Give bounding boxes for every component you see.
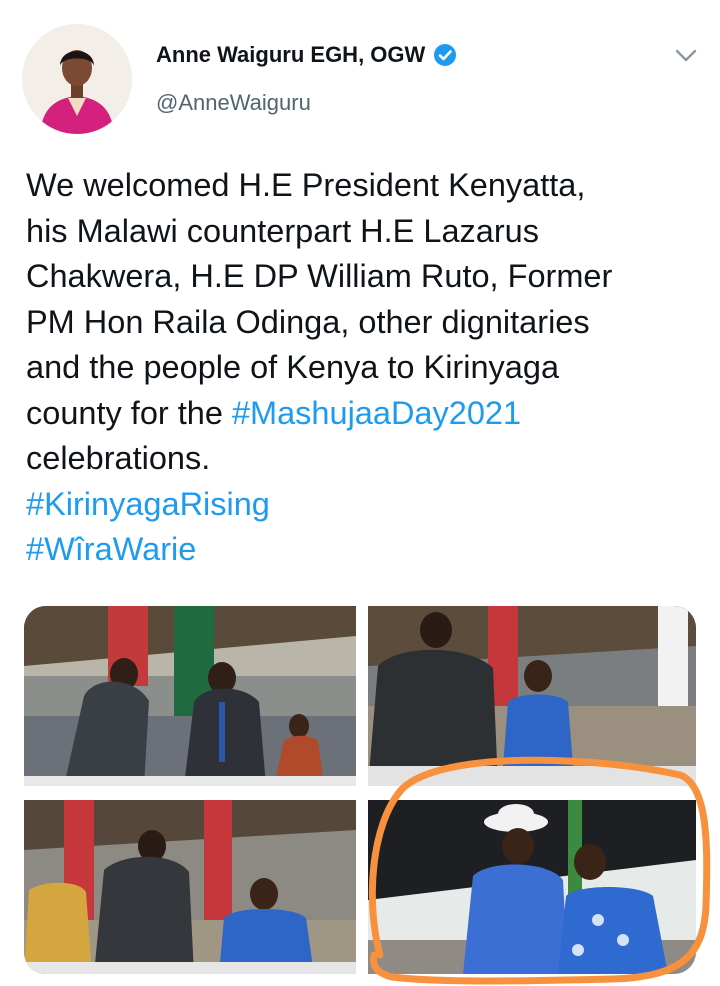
tweet-line: and the people of Kenya to Kirinyaga bbox=[26, 349, 560, 385]
tweet-line: celebrations. bbox=[26, 440, 211, 476]
chevron-down-icon[interactable] bbox=[670, 42, 702, 68]
tweet-text: We welcomed H.E President Kenyatta, his … bbox=[26, 163, 706, 573]
verified-badge-icon bbox=[434, 44, 457, 66]
photo-4[interactable] bbox=[368, 800, 696, 974]
photo-2[interactable] bbox=[368, 606, 696, 786]
photo-2-image bbox=[368, 606, 696, 786]
tweet-line: We welcomed H.E President Kenyatta, bbox=[26, 167, 586, 203]
photo-3-image bbox=[24, 800, 356, 974]
photo-4-image bbox=[368, 800, 696, 974]
photo-3[interactable] bbox=[24, 800, 356, 974]
hashtag-link-kirinyagarising[interactable]: #KirinyagaRising bbox=[26, 482, 706, 528]
tweet-line: Chakwera, H.E DP William Ruto, Former bbox=[26, 258, 613, 294]
media-grid bbox=[24, 606, 696, 974]
photo-1-image bbox=[24, 606, 356, 786]
author-name-row[interactable]: Anne Waiguru EGH, OGW bbox=[156, 42, 457, 68]
author-handle[interactable]: @AnneWaiguru bbox=[156, 90, 311, 116]
hashtag-link-wirawarie[interactable]: #WîraWarie bbox=[26, 527, 706, 573]
avatar[interactable] bbox=[22, 24, 132, 134]
tweet-line: his Malawi counterpart H.E Lazarus bbox=[26, 212, 540, 249]
tweet-line-text: county for the bbox=[26, 394, 232, 431]
tweet-line: county for the #MashujaaDay2021 bbox=[26, 391, 706, 437]
hashtag-link-mashujaaday2021[interactable]: #MashujaaDay2021 bbox=[232, 395, 521, 431]
avatar-image bbox=[22, 24, 132, 134]
author-display-name[interactable]: Anne Waiguru EGH, OGW bbox=[156, 42, 425, 68]
tweet-line: PM Hon Raila Odinga, other dignitaries bbox=[26, 303, 590, 340]
photo-1[interactable] bbox=[24, 606, 356, 786]
